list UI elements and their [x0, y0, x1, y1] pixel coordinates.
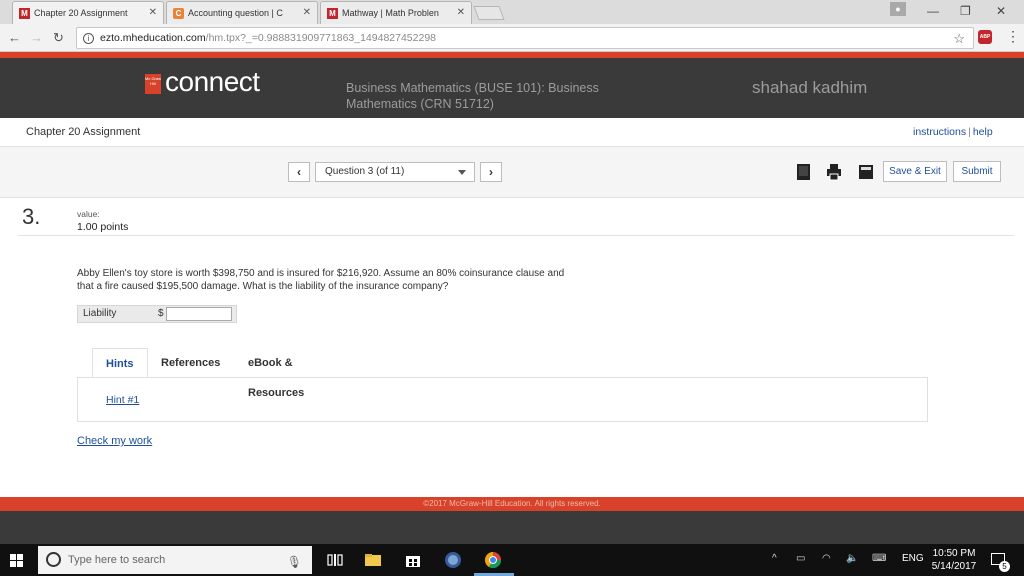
browser-tab-label: Chapter 20 Assignment	[34, 8, 128, 18]
notification-count: 5	[999, 561, 1010, 572]
store-icon[interactable]	[404, 551, 422, 569]
browser-tab-accounting[interactable]: C Accounting question | C ✕	[166, 1, 318, 24]
forward-arrow-icon[interactable]: →	[30, 30, 43, 45]
close-icon[interactable]: ✕	[149, 7, 157, 18]
print-icon[interactable]	[826, 163, 842, 181]
question-selector-value: Question 3 (of 11)	[325, 166, 405, 177]
info-icon[interactable]: i	[83, 32, 94, 44]
save-exit-button[interactable]: Save & Exit	[883, 161, 947, 182]
windows-start-icon[interactable]	[10, 554, 23, 567]
clock-date: 5/14/2017	[931, 561, 977, 572]
restore-icon[interactable]: ❐	[960, 4, 971, 18]
chegg-c-icon: C	[173, 7, 184, 19]
back-arrow-icon[interactable]: ←	[8, 30, 21, 45]
bookmark-star-icon[interactable]: ☆	[953, 31, 965, 47]
url-path: /hm.tpx?_=0.988831909771863_149482745229…	[205, 32, 436, 44]
hints-panel: Hint #1	[77, 377, 928, 422]
question-selector[interactable]: Question 3 (of 11)	[315, 162, 475, 182]
address-bar: ← → ↻ i ezto.mheducation.com/hm.tpx?_=0.…	[0, 24, 1024, 52]
ebook-icon[interactable]	[796, 163, 812, 181]
assignment-title: Chapter 20 Assignment	[26, 126, 141, 138]
course-title: Business Mathematics (BUSE 101): Busines…	[346, 81, 599, 111]
browser-tab-mathway[interactable]: M Mathway | Math Problen ✕	[320, 1, 472, 24]
mcgraw-hill-m-icon: M	[19, 7, 30, 19]
question-toolbar: ‹ Question 3 (of 11) › Save & Exit Submi…	[0, 146, 1024, 198]
system-clock[interactable]: 10:50 PM 5/14/2017	[928, 547, 980, 573]
reload-icon[interactable]: ↻	[53, 30, 64, 46]
url-field[interactable]: i ezto.mheducation.com/hm.tpx?_=0.988831…	[76, 27, 974, 49]
file-explorer-icon[interactable]	[364, 551, 382, 569]
help-link[interactable]: help	[973, 126, 993, 138]
hint-1-link[interactable]: Hint #1	[106, 394, 139, 406]
url-host: ezto.mheducation.com	[100, 32, 206, 44]
question-text: Abby Ellen's toy store is worth $398,750…	[77, 268, 565, 292]
calculator-icon[interactable]	[858, 163, 874, 181]
tablet-mode-icon[interactable]: ▭	[796, 553, 805, 564]
connect-logo[interactable]: connect	[165, 66, 260, 98]
show-hidden-icons-chevron[interactable]: ^	[772, 553, 777, 564]
submit-button[interactable]: Submit	[953, 161, 1001, 182]
check-my-work-link[interactable]: Check my work	[77, 435, 152, 447]
taskbar: Type here to search 🎙 ^ ▭ ◠ 🔈 ⌨ ENG 10:5…	[0, 544, 1024, 576]
instructions-link[interactable]: instructions	[913, 126, 966, 138]
adblock-icon[interactable]: ABP	[978, 30, 992, 44]
value-label: value:	[77, 209, 100, 219]
currency-symbol: $	[158, 308, 164, 319]
volume-icon[interactable]: 🔈	[846, 553, 858, 564]
search-placeholder: Type here to search	[68, 554, 166, 566]
menu-kebab-icon[interactable]: ⋮	[1006, 28, 1020, 45]
close-icon[interactable]: ✕	[303, 7, 311, 18]
clock-time: 10:50 PM	[932, 548, 976, 559]
help-links: instructions | help	[913, 126, 993, 138]
link-separator: |	[968, 126, 971, 138]
page-bottom	[0, 511, 1024, 544]
browser-tab-strip: M Chapter 20 Assignment ✕ C Accounting q…	[0, 0, 1024, 24]
firefox-icon[interactable]	[444, 551, 462, 569]
wifi-icon[interactable]: ◠	[822, 553, 831, 564]
previous-question-button[interactable]: ‹	[288, 162, 310, 182]
mathway-m-icon: M	[327, 7, 338, 19]
new-tab-button[interactable]	[473, 6, 505, 20]
liability-input[interactable]	[166, 307, 232, 321]
keyboard-icon[interactable]: ⌨	[872, 553, 886, 564]
close-icon[interactable]: ✕	[457, 7, 465, 18]
tab-references[interactable]: References	[161, 348, 220, 378]
answer-row: Liability $	[77, 305, 237, 323]
cortana-icon	[46, 552, 61, 567]
browser-tab-label: Mathway | Math Problen	[342, 8, 439, 18]
question-number: 3.	[22, 204, 41, 229]
user-profile-icon[interactable]: ●	[890, 2, 906, 16]
chevron-down-icon	[458, 170, 466, 175]
liability-label: Liability	[83, 308, 117, 319]
next-question-button[interactable]: ›	[480, 162, 502, 182]
connect-header: Mc Graw Hill connect Business Mathematic…	[0, 58, 1024, 118]
minimize-icon[interactable]: —	[927, 4, 939, 18]
chrome-icon[interactable]	[484, 551, 502, 569]
language-indicator[interactable]: ENG	[902, 553, 924, 564]
tab-hints[interactable]: Hints	[92, 348, 148, 378]
browser-tab-chapter20[interactable]: M Chapter 20 Assignment ✕	[12, 1, 164, 24]
browser-tab-label: Accounting question | C	[188, 8, 283, 18]
taskbar-search[interactable]: Type here to search 🎙	[38, 546, 312, 574]
task-view-icon[interactable]	[326, 551, 344, 569]
assignment-panel: Chapter 20 Assignment instructions | help …	[0, 118, 1024, 496]
copyright-footer: ©2017 McGraw-Hill Education. All rights …	[0, 497, 1024, 511]
mcgraw-hill-logo: Mc Graw Hill	[145, 74, 161, 94]
microphone-icon[interactable]: 🎙	[287, 548, 302, 576]
user-name[interactable]: shahad kadhim	[752, 78, 867, 98]
divider	[18, 235, 1014, 236]
tab-ebook-resources[interactable]: eBook & Resources	[248, 348, 304, 399]
close-window-icon[interactable]: ✕	[996, 4, 1006, 18]
points-value: 1.00 points	[77, 221, 129, 233]
